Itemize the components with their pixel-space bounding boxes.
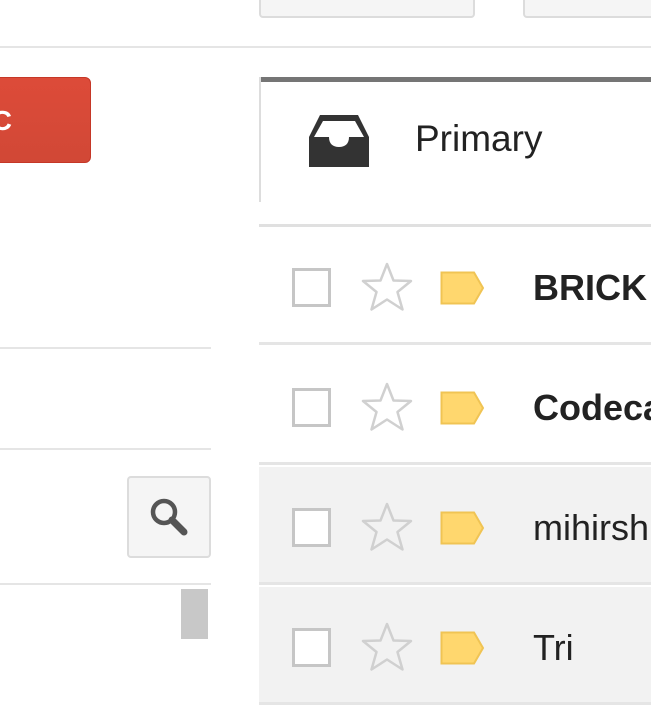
- email-sender: Tri: [533, 627, 574, 668]
- email-row[interactable]: BRICK: [259, 227, 651, 345]
- email-row[interactable]: mihirsh: [259, 467, 651, 585]
- star-icon[interactable]: [361, 262, 413, 312]
- scrollbar-thumb[interactable]: [181, 589, 208, 639]
- email-row[interactable]: Tri: [259, 587, 651, 705]
- search-icon: [150, 498, 188, 536]
- email-sender: BRICK: [533, 267, 647, 308]
- tab-primary-label: Primary: [415, 118, 543, 159]
- label-marker-icon[interactable]: [440, 511, 485, 545]
- sidebar-divider: [0, 347, 211, 349]
- tab-selected-indicator: [259, 77, 651, 82]
- select-checkbox[interactable]: [292, 508, 331, 547]
- star-icon[interactable]: [361, 502, 413, 552]
- select-checkbox[interactable]: [292, 628, 331, 667]
- label-marker-icon[interactable]: [440, 631, 485, 665]
- sidebar-divider: [0, 448, 211, 450]
- inbox-icon: [309, 115, 369, 167]
- compose-button[interactable]: C: [0, 77, 91, 163]
- toolbar-divider: [0, 46, 651, 48]
- label-marker-icon[interactable]: [440, 271, 485, 305]
- email-sender: mihirsh: [533, 507, 650, 548]
- star-icon[interactable]: [361, 382, 413, 432]
- email-sender: Codeca: [533, 387, 651, 428]
- search-button[interactable]: [127, 476, 211, 558]
- compose-label: C: [0, 105, 12, 136]
- star-icon[interactable]: [361, 622, 413, 672]
- select-checkbox[interactable]: [292, 268, 331, 307]
- toolbar-button[interactable]: [523, 0, 651, 18]
- select-checkbox[interactable]: [292, 388, 331, 427]
- email-row[interactable]: Codeca: [259, 347, 651, 465]
- sidebar-divider: [0, 583, 211, 585]
- label-marker-icon[interactable]: [440, 391, 485, 425]
- toolbar-button[interactable]: [259, 0, 475, 18]
- tab-border: [259, 77, 261, 202]
